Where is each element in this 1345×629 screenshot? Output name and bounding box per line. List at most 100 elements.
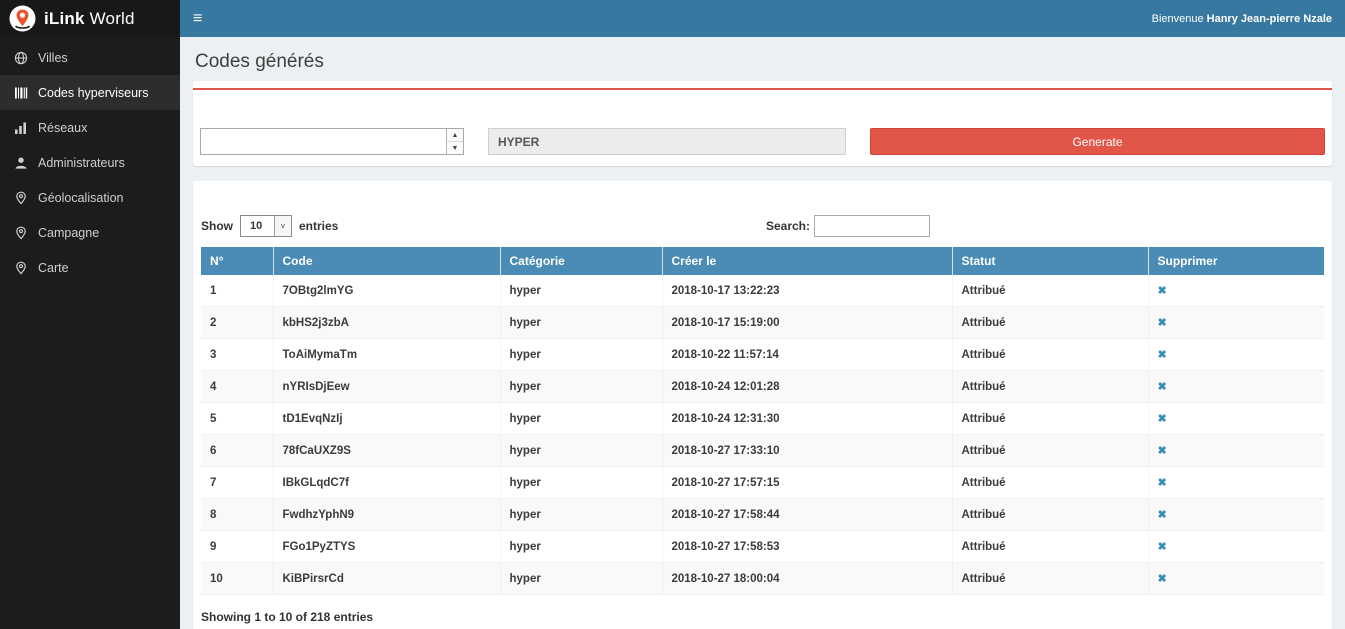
column-header-creer-le[interactable]: Créer le	[662, 247, 952, 275]
map-marker-icon	[14, 191, 28, 205]
cell-code: IBkGLqdC7f	[273, 467, 500, 499]
sidebar-item-codes-hyperviseurs[interactable]: Codes hyperviseurs	[0, 75, 180, 110]
cell-code: 78fCaUXZ9S	[273, 435, 500, 467]
sidebar-menu: Villes Codes hyperviseurs Réseaux	[0, 40, 180, 285]
cell-code: kbHS2j3zbA	[273, 307, 500, 339]
generate-button[interactable]: Generate	[870, 128, 1325, 155]
cell-supprimer: ✖	[1148, 499, 1324, 531]
cell-creer-le: 2018-10-27 17:58:53	[662, 531, 952, 563]
cell-supprimer: ✖	[1148, 531, 1324, 563]
brand[interactable]: iLink World	[0, 0, 180, 37]
sidebar-item-carte[interactable]: Carte	[0, 250, 180, 285]
sidebar-item-campagne[interactable]: Campagne	[0, 215, 180, 250]
cell-categorie: hyper	[500, 339, 662, 371]
show-label: Show	[201, 219, 233, 233]
category-field	[488, 128, 846, 155]
codes-table-panel: Show 10 ˅ entries Search: N° Code Catégo…	[193, 181, 1332, 629]
cell-statut: Attribué	[952, 435, 1148, 467]
sidebar-item-label: Codes hyperviseurs	[38, 86, 148, 100]
delete-icon[interactable]: ✖	[1158, 477, 1167, 489]
cell-statut: Attribué	[952, 563, 1148, 595]
column-header-supprimer[interactable]: Supprimer	[1148, 247, 1324, 275]
cell-supprimer: ✖	[1148, 371, 1324, 403]
table-row: 7 IBkGLqdC7f hyper 2018-10-27 17:57:15 A…	[201, 467, 1324, 499]
delete-icon[interactable]: ✖	[1158, 285, 1167, 297]
cell-categorie: hyper	[500, 435, 662, 467]
hamburger-menu-icon[interactable]: ≡	[193, 11, 202, 27]
sidebar-item-label: Réseaux	[38, 121, 87, 135]
brand-title: iLink World	[44, 9, 135, 29]
table-controls: Show 10 ˅ entries Search:	[201, 215, 1324, 237]
table-info: Showing 1 to 10 of 218 entries	[201, 610, 1324, 624]
table-row: 8 FwdhzYphN9 hyper 2018-10-27 17:58:44 A…	[201, 499, 1324, 531]
cell-statut: Attribué	[952, 339, 1148, 371]
cell-categorie: hyper	[500, 275, 662, 307]
cell-statut: Attribué	[952, 275, 1148, 307]
quantity-input[interactable]	[201, 129, 446, 154]
search-input[interactable]	[814, 215, 930, 237]
cell-statut: Attribué	[952, 499, 1148, 531]
topbar-main: ≡ Bienvenue Hanry Jean-pierre Nzale	[180, 0, 1345, 37]
page-length-value: 10	[250, 220, 262, 232]
column-header-numero[interactable]: N°	[201, 247, 273, 275]
quantity-stepper[interactable]: ▲▼	[200, 128, 464, 155]
delete-icon[interactable]: ✖	[1158, 541, 1167, 553]
sidebar-item-geolocalisation[interactable]: Géolocalisation	[0, 180, 180, 215]
delete-icon[interactable]: ✖	[1158, 445, 1167, 457]
stepper-arrows-icon[interactable]: ▲▼	[446, 129, 463, 154]
column-header-categorie[interactable]: Catégorie	[500, 247, 662, 275]
cell-creer-le: 2018-10-27 17:58:44	[662, 499, 952, 531]
cell-categorie: hyper	[500, 307, 662, 339]
cell-code: nYRIsDjEew	[273, 371, 500, 403]
sidebar-item-reseaux[interactable]: Réseaux	[0, 110, 180, 145]
cell-creer-le: 2018-10-17 13:22:23	[662, 275, 952, 307]
delete-icon[interactable]: ✖	[1158, 413, 1167, 425]
sidebar-item-administrateurs[interactable]: Administrateurs	[0, 145, 180, 180]
chevron-down-icon: ˅	[274, 216, 291, 236]
cell-categorie: hyper	[500, 531, 662, 563]
cell-creer-le: 2018-10-22 11:57:14	[662, 339, 952, 371]
delete-icon[interactable]: ✖	[1158, 573, 1167, 585]
map-marker-icon	[14, 226, 28, 240]
page-length-select[interactable]: 10 ˅	[240, 215, 292, 237]
cell-supprimer: ✖	[1148, 403, 1324, 435]
cell-numero: 6	[201, 435, 273, 467]
cell-code: ToAiMymaTm	[273, 339, 500, 371]
map-marker-icon	[14, 261, 28, 275]
cell-categorie: hyper	[500, 371, 662, 403]
column-header-statut[interactable]: Statut	[952, 247, 1148, 275]
cell-statut: Attribué	[952, 531, 1148, 563]
barcode-icon	[14, 86, 28, 100]
app-logo-icon	[9, 5, 36, 32]
table-row: 10 KiBPirsrCd hyper 2018-10-27 18:00:04 …	[201, 563, 1324, 595]
page-title: Codes générés	[195, 51, 1329, 73]
cell-numero: 2	[201, 307, 273, 339]
delete-icon[interactable]: ✖	[1158, 317, 1167, 329]
cell-numero: 3	[201, 339, 273, 371]
table-row: 9 FGo1PyZTYS hyper 2018-10-27 17:58:53 A…	[201, 531, 1324, 563]
signal-bars-icon	[14, 121, 28, 135]
cell-numero: 1	[201, 275, 273, 307]
cell-categorie: hyper	[500, 499, 662, 531]
sidebar-item-label: Carte	[38, 261, 69, 275]
welcome-username: Hanry Jean-pierre Nzale	[1207, 13, 1332, 25]
cell-code: FwdhzYphN9	[273, 499, 500, 531]
cell-numero: 7	[201, 467, 273, 499]
column-header-code[interactable]: Code	[273, 247, 500, 275]
cell-categorie: hyper	[500, 403, 662, 435]
cell-creer-le: 2018-10-27 17:33:10	[662, 435, 952, 467]
cell-creer-le: 2018-10-24 12:01:28	[662, 371, 952, 403]
cell-categorie: hyper	[500, 563, 662, 595]
sidebar-item-villes[interactable]: Villes	[0, 40, 180, 75]
cell-statut: Attribué	[952, 467, 1148, 499]
brand-bold: iLink	[44, 9, 85, 28]
table-row: 4 nYRIsDjEew hyper 2018-10-24 12:01:28 A…	[201, 371, 1324, 403]
delete-icon[interactable]: ✖	[1158, 509, 1167, 521]
user-icon	[14, 156, 28, 170]
delete-icon[interactable]: ✖	[1158, 381, 1167, 393]
table-row: 6 78fCaUXZ9S hyper 2018-10-27 17:33:10 A…	[201, 435, 1324, 467]
cell-code: 7OBtg2lmYG	[273, 275, 500, 307]
delete-icon[interactable]: ✖	[1158, 349, 1167, 361]
page-length-control: Show 10 ˅ entries	[201, 215, 338, 237]
cell-categorie: hyper	[500, 467, 662, 499]
